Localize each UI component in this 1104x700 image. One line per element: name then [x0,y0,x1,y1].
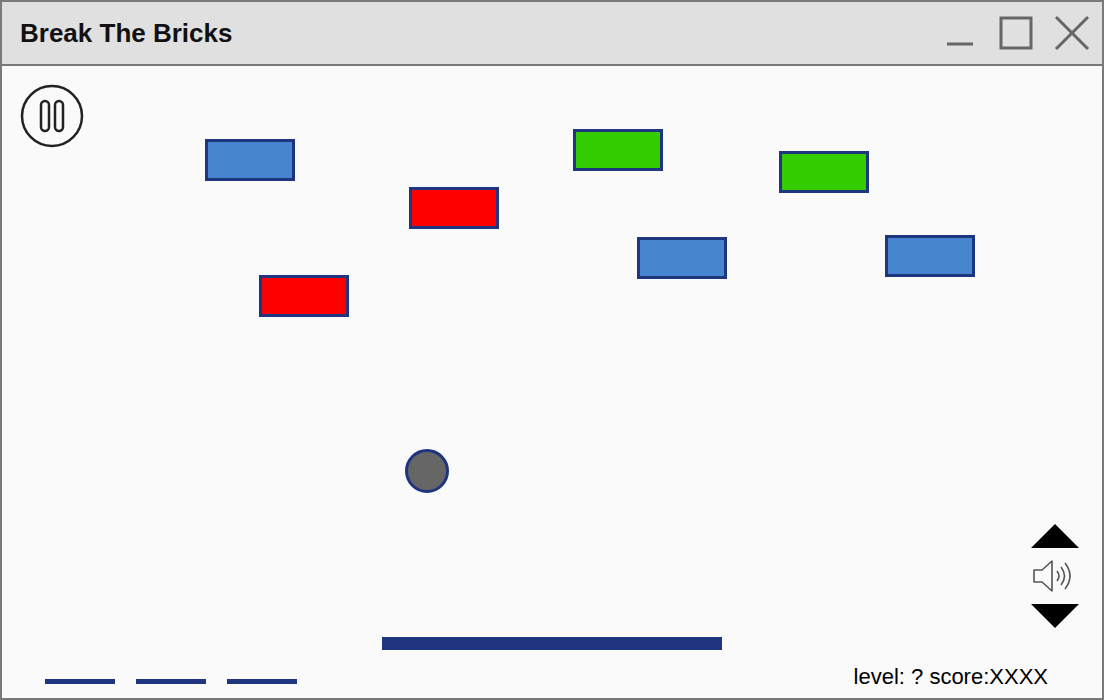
game-canvas[interactable] [2,66,1102,660]
brick [779,151,869,193]
brick [573,129,663,171]
ball [405,449,449,493]
pause-button[interactable] [20,84,84,148]
triangle-up-icon [1030,523,1080,549]
title-bar: Break The Bricks [2,2,1102,66]
window-title: Break The Bricks [20,18,232,49]
status-text: level: ? score:XXXX [854,664,1048,694]
status-bar: level: ? score:XXXX [2,660,1102,698]
paddle[interactable] [382,637,722,650]
life-marker [136,679,206,684]
minimize-button[interactable] [942,15,978,51]
brick [637,237,727,279]
lives [45,675,297,684]
life-marker [45,679,115,684]
maximize-button[interactable] [998,15,1034,51]
close-icon [1054,15,1090,51]
brick [409,187,499,229]
maximize-icon [999,16,1033,50]
close-button[interactable] [1054,15,1090,51]
window-controls [942,15,1090,51]
sound-toggle-button[interactable] [1030,557,1080,595]
game-window: Break The Bricks level: ? score:XXXX [0,0,1104,700]
volume-control [1028,523,1082,629]
pause-icon [20,84,84,148]
life-marker [227,679,297,684]
speaker-icon [1030,557,1080,595]
minimize-icon [945,18,975,48]
brick [259,275,349,317]
brick [885,235,975,277]
brick [205,139,295,181]
triangle-down-icon [1030,603,1080,629]
volume-down-button[interactable] [1030,603,1080,629]
volume-up-button[interactable] [1030,523,1080,549]
